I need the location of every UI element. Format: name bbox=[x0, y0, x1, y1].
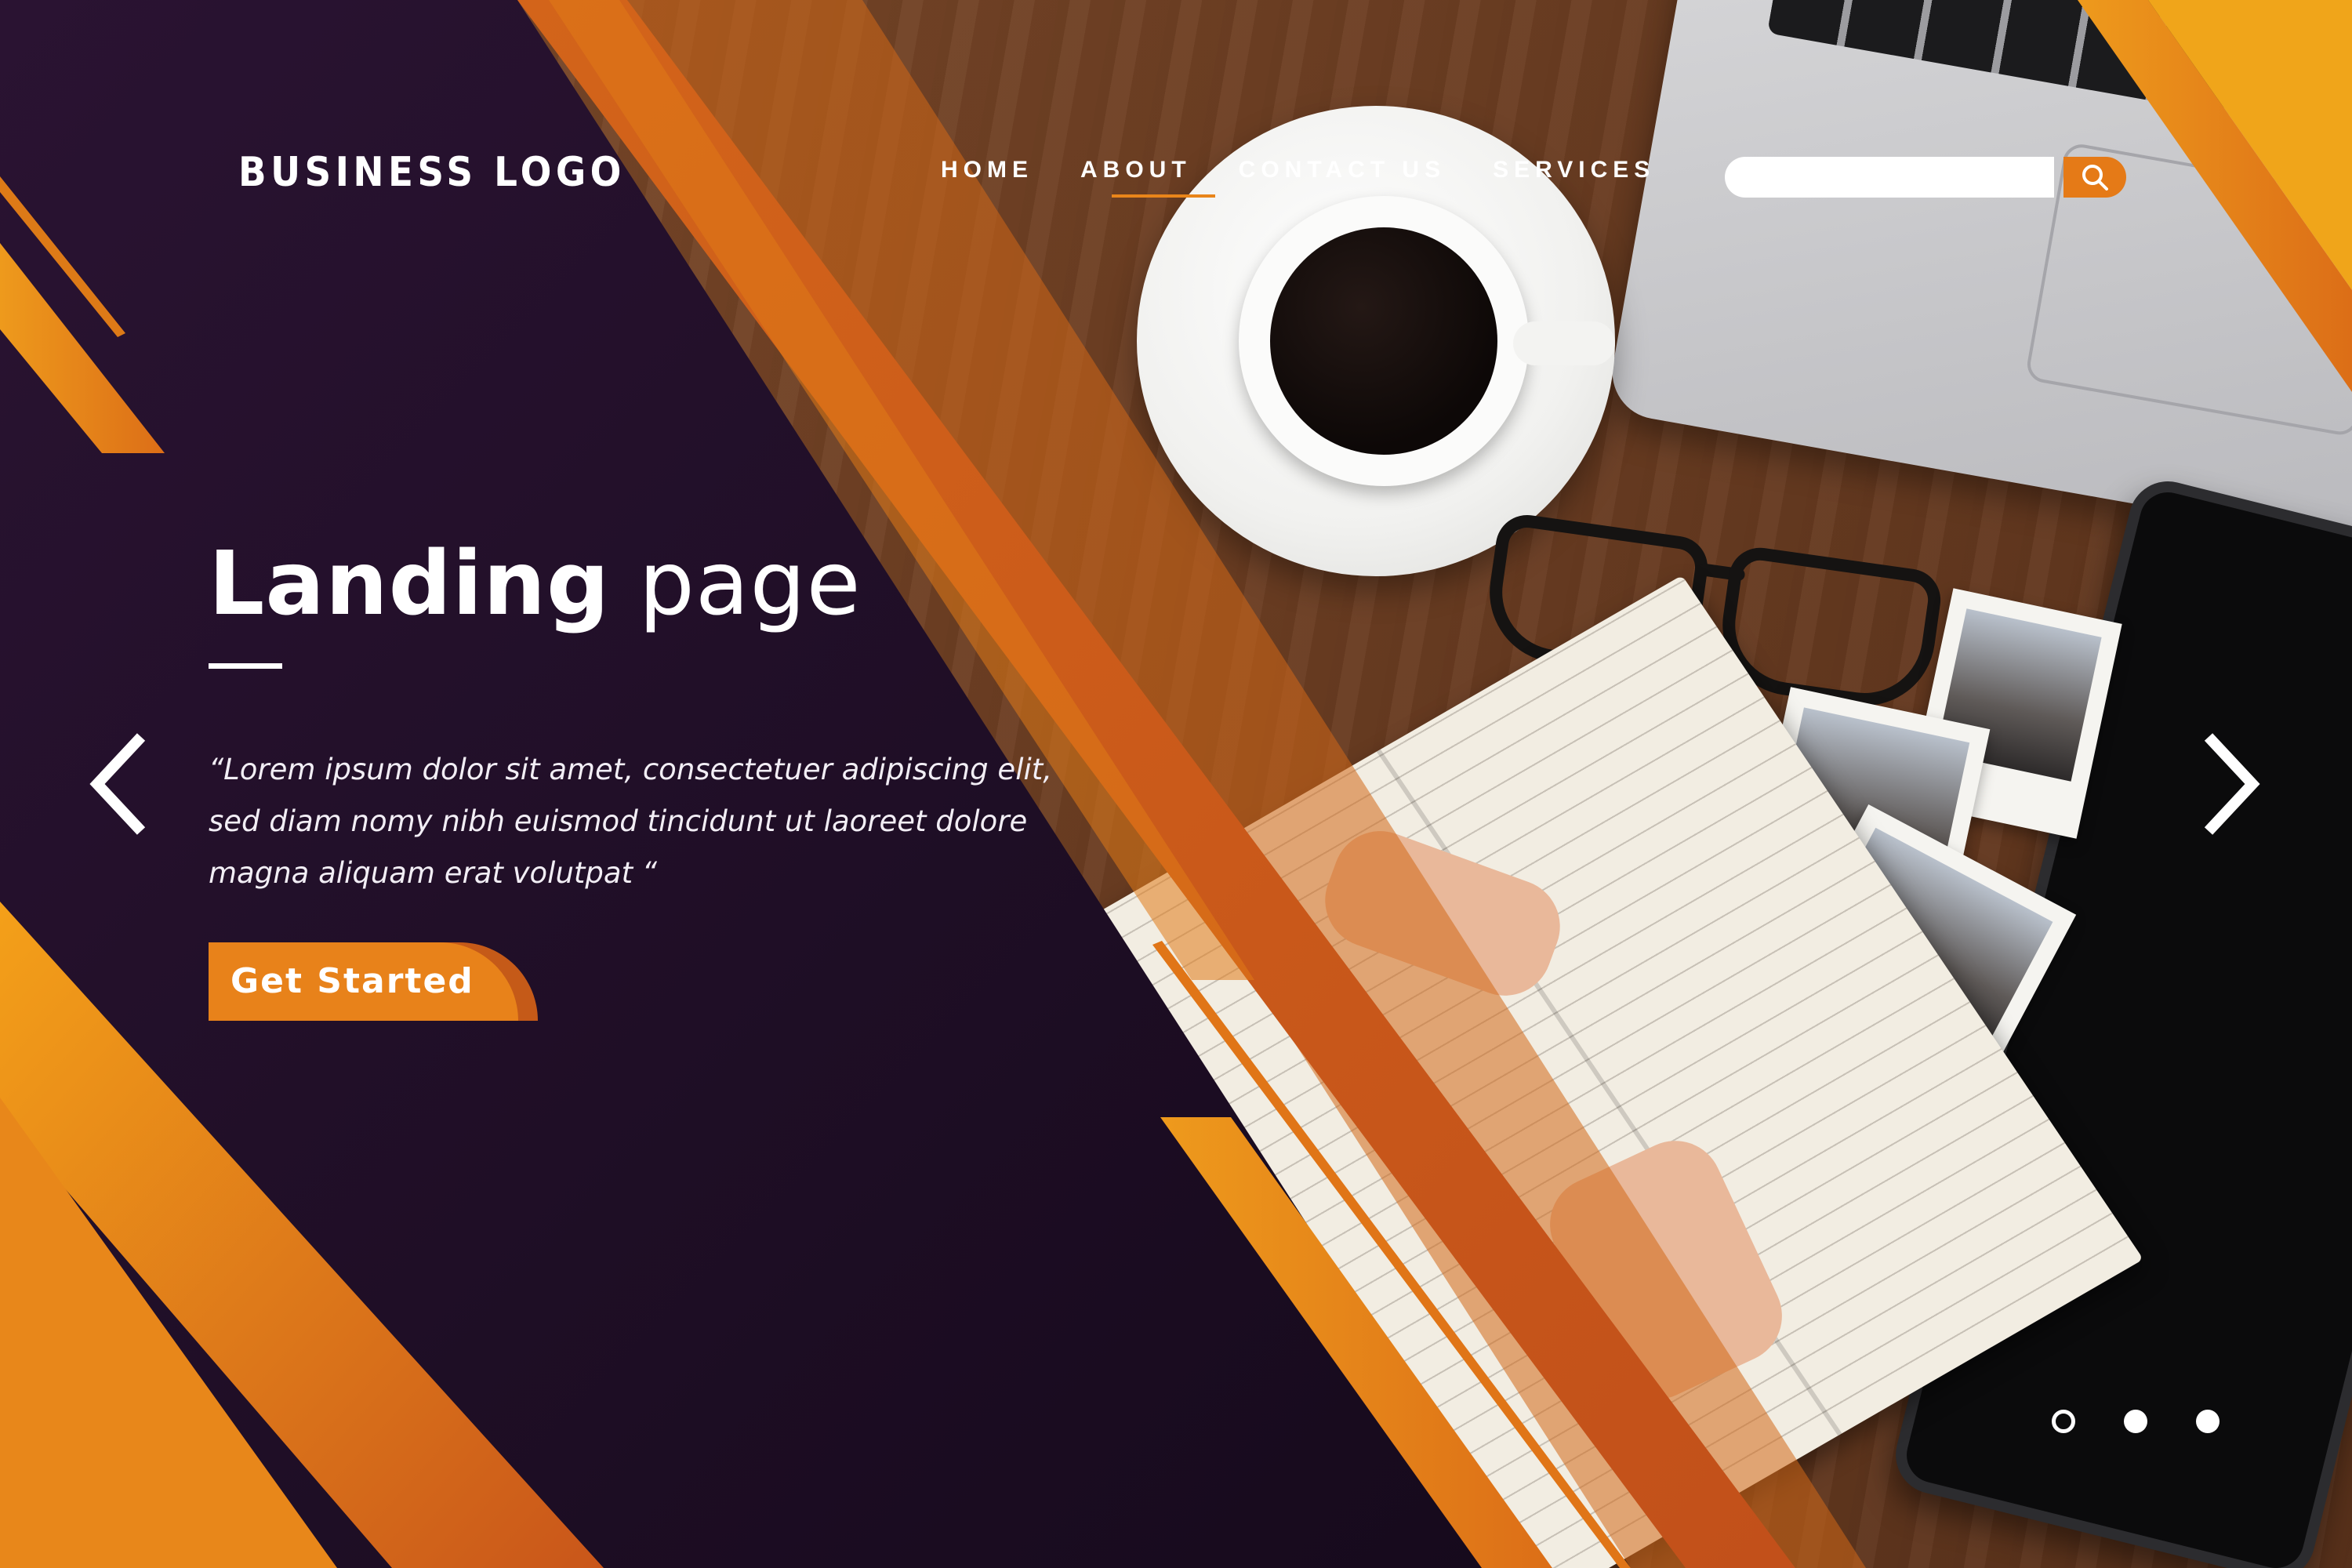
search-bar bbox=[1725, 157, 2126, 198]
nav-contact-us[interactable]: CONTACT US bbox=[1239, 157, 1446, 183]
chevron-right-icon bbox=[2204, 733, 2260, 835]
hero-title: Landing page bbox=[209, 533, 862, 635]
slide-dot-1[interactable] bbox=[2052, 1410, 2075, 1433]
landing-page: BUSINESS LOGO HOME ABOUT CONTACT US SERV… bbox=[0, 0, 2352, 1568]
search-input[interactable] bbox=[1725, 157, 2054, 198]
next-slide-button[interactable] bbox=[2199, 729, 2262, 839]
business-logo[interactable]: BUSINESS LOGO bbox=[238, 149, 626, 196]
nav-services[interactable]: SERVICES bbox=[1493, 157, 1655, 183]
get-started-label: Get Started bbox=[230, 961, 474, 1001]
search-button[interactable] bbox=[2063, 157, 2126, 198]
hero-quote: “Lorem ipsum dolor sit amet, consectetue… bbox=[209, 753, 1053, 890]
previous-slide-button[interactable] bbox=[88, 729, 151, 839]
slide-indicators bbox=[2052, 1410, 2220, 1441]
search-icon bbox=[2082, 165, 2108, 191]
get-started-button[interactable]: Get Started bbox=[209, 942, 538, 1021]
title-underline bbox=[209, 663, 282, 669]
hero-title-light: page bbox=[638, 533, 862, 635]
slide-dot-3[interactable] bbox=[2196, 1410, 2220, 1433]
orange-corner-topright bbox=[2148, 0, 2352, 290]
main-nav: HOME ABOUT CONTACT US SERVICES bbox=[941, 157, 1702, 198]
chevron-left-icon bbox=[89, 733, 146, 835]
nav-home[interactable]: HOME bbox=[941, 157, 1033, 183]
hero-title-bold: Landing bbox=[209, 533, 611, 635]
slide-dot-2[interactable] bbox=[2124, 1410, 2147, 1433]
nav-about[interactable]: ABOUT bbox=[1080, 157, 1215, 198]
